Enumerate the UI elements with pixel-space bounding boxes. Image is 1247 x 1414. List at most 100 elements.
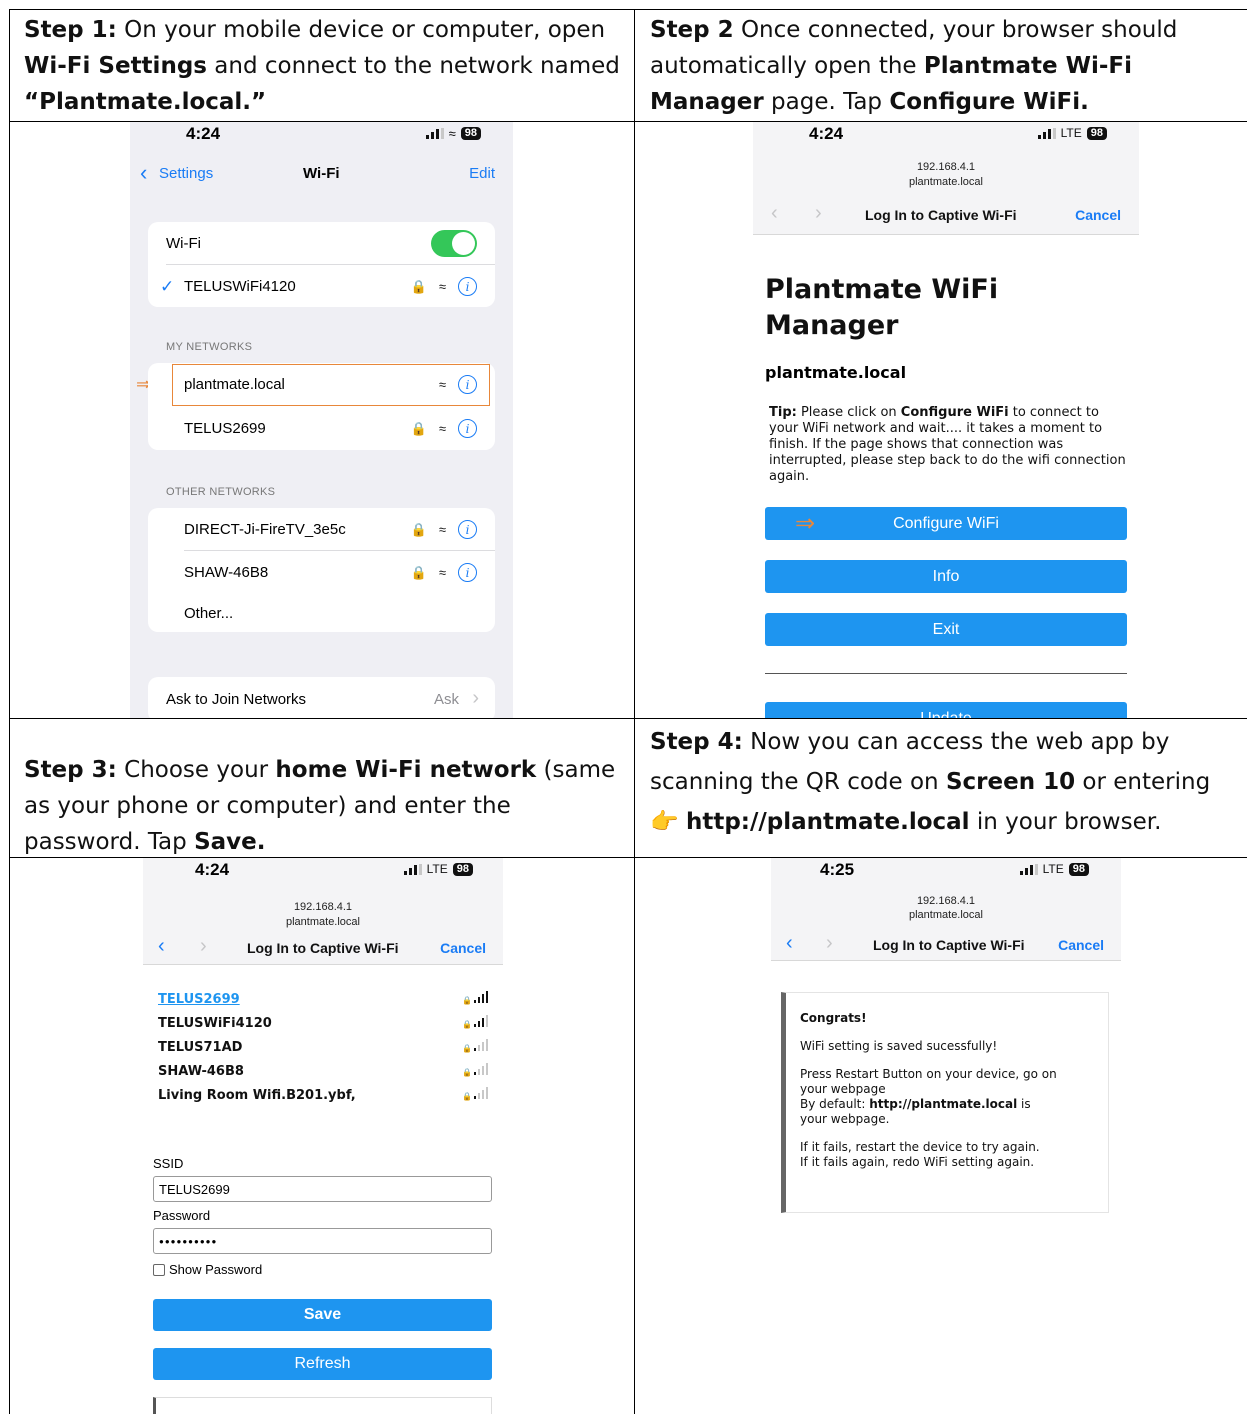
edit-button[interactable]: Edit: [469, 165, 495, 182]
network-list-item[interactable]: SHAW-46B8 🔒: [158, 1063, 488, 1079]
other-label: Other...: [184, 605, 234, 622]
status-right: LTE 98: [1019, 862, 1089, 876]
step1-label: Step 1:: [24, 17, 117, 43]
network-list-name: TELUSWiFi4120: [158, 1016, 272, 1031]
network-list-item[interactable]: TELUSWiFi4120 🔒: [158, 1015, 488, 1031]
network-list-item[interactable]: TELUS71AD 🔒: [158, 1039, 488, 1055]
congrats-title: Congrats!: [800, 1011, 867, 1025]
network-list-item[interactable]: Living Room Wifi.B201.ybf, 🔒: [158, 1087, 488, 1103]
connected-network-name: TELUSWiFi4120: [184, 278, 296, 295]
settings-back-link[interactable]: Settings: [159, 165, 213, 182]
info-button[interactable]: Info: [765, 560, 1127, 593]
screen1-wifi-settings: 4:24 ≈ 98 ‹ Settings Wi-Fi Edit Wi-Fi ✓ …: [130, 122, 513, 718]
network-type: LTE: [426, 862, 448, 876]
save-button[interactable]: Save: [153, 1299, 492, 1331]
my-networks-label: MY NETWORKS: [166, 341, 253, 353]
lock-signal-icon: 🔒: [462, 1039, 488, 1054]
network-row-telus2699[interactable]: TELUS2699 🔒 ≈ i: [148, 407, 495, 450]
refresh-button[interactable]: Refresh: [153, 1348, 492, 1380]
configure-wifi-label: Configure WiFi: [893, 514, 999, 532]
ssid-input[interactable]: TELUS2699: [153, 1176, 492, 1202]
network-list-name: TELUS71AD: [158, 1040, 243, 1055]
network-list-name: SHAW-46B8: [158, 1064, 244, 1079]
status-right: LTE 98: [403, 862, 473, 876]
nav-forward-icon[interactable]: ›: [826, 932, 833, 955]
configure-wifi-button[interactable]: ⇒ Configure WiFi: [765, 507, 1127, 540]
nav-back-icon[interactable]: ‹: [786, 932, 793, 955]
address-host: plantmate.local: [286, 916, 360, 928]
network-list-item[interactable]: TELUS2699 🔒: [158, 991, 488, 1007]
cancel-button[interactable]: Cancel: [440, 940, 486, 956]
cancel-button[interactable]: Cancel: [1058, 937, 1104, 953]
wifi-icon: ≈: [438, 279, 446, 294]
status-time: 4:24: [809, 124, 844, 143]
my-networks-card: plantmate.local ≈ i TELUS2699 🔒 ≈ i: [148, 363, 495, 450]
connected-network-row[interactable]: ✓ TELUSWiFi4120 🔒 ≈ i: [148, 265, 495, 308]
step3-t1: Choose your: [116, 757, 276, 783]
info-icon[interactable]: i: [458, 277, 477, 296]
update-button[interactable]: Update: [765, 702, 1127, 718]
lock-icon: 🔒: [410, 521, 427, 537]
cancel-button[interactable]: Cancel: [1075, 207, 1121, 223]
saved-text: WiFi setting is saved sucessfully!: [800, 1039, 998, 1053]
back-chevron-icon[interactable]: ‹: [140, 160, 147, 186]
address-ip: 192.168.4.1: [916, 161, 976, 173]
wifi-icon: ≈: [438, 565, 446, 580]
step4-t2: or entering: [1075, 769, 1211, 795]
wifi-toggle[interactable]: [431, 230, 477, 257]
password-label: Password: [153, 1208, 211, 1223]
step4-label: Step 4:: [650, 729, 743, 755]
step4-t3: in your browser.: [969, 809, 1162, 835]
status-bar: 4:24 LTE 98: [143, 858, 503, 884]
network-name: SHAW-46B8: [184, 564, 269, 581]
exit-button[interactable]: Exit: [765, 613, 1127, 646]
default-t: By default:: [800, 1097, 870, 1111]
info-icon[interactable]: i: [458, 520, 477, 539]
default-line2: your webpage.: [800, 1112, 890, 1126]
show-password-row[interactable]: Show Password: [153, 1262, 262, 1277]
info-box: [153, 1397, 492, 1414]
step2-t2: page. Tap: [763, 89, 890, 115]
info-icon[interactable]: i: [458, 419, 477, 438]
step1-t1: On your mobile device or computer, open: [116, 17, 606, 43]
lock-signal-icon: 🔒: [462, 1015, 488, 1030]
nav-forward-icon[interactable]: ›: [815, 202, 822, 225]
wifi-toggle-label: Wi-Fi: [166, 235, 201, 252]
wifi-toggle-row: Wi-Fi: [148, 222, 495, 265]
password-input[interactable]: ●●●●●●●●●●: [153, 1228, 492, 1254]
network-row-direct[interactable]: DIRECT-Ji-FireTV_3e5c 🔒 ≈ i: [148, 508, 495, 551]
captive-title: Log In to Captive Wi-Fi: [865, 207, 1017, 223]
nav-back-icon[interactable]: ‹: [771, 202, 778, 225]
tip-label: Tip:: [769, 405, 797, 420]
ask-to-join-card[interactable]: Ask to Join Networks Ask ›: [148, 677, 495, 718]
tip-t1: Please click on: [796, 405, 901, 420]
nav-title: Wi-Fi: [303, 165, 340, 182]
pointing-hand-icon: 👉: [650, 809, 679, 835]
network-row-shaw[interactable]: SHAW-46B8 🔒 ≈ i: [148, 551, 495, 594]
network-type: LTE: [1042, 862, 1064, 876]
page-heading: Plantmate WiFi Manager: [765, 272, 998, 344]
default-t2: is: [1017, 1097, 1031, 1111]
page-subheading: plantmate.local: [765, 363, 907, 382]
signal-icon: [1037, 127, 1056, 139]
network-list-name: Living Room Wifi.B201.ybf,: [158, 1088, 356, 1103]
chevron-right-icon: ›: [472, 687, 479, 709]
battery-icon: 98: [1068, 862, 1089, 876]
show-password-checkbox[interactable]: [153, 1263, 165, 1276]
nav-back-icon[interactable]: ‹: [158, 935, 165, 958]
table-border-top: [9, 9, 1247, 10]
ask-to-join-label: Ask to Join Networks: [166, 691, 307, 708]
nav-forward-icon[interactable]: ›: [200, 935, 207, 958]
row-icons: 🔒 ≈ i: [411, 520, 477, 539]
row-icons: 🔒 ≈ i: [411, 563, 477, 582]
captive-title: Log In to Captive Wi-Fi: [247, 940, 399, 956]
network-row-other[interactable]: Other...: [148, 592, 495, 635]
info-icon[interactable]: i: [458, 563, 477, 582]
show-password-label: Show Password: [169, 1262, 263, 1277]
step1-text: Step 1: On your mobile device or compute…: [24, 12, 624, 120]
default-line: By default: http://plantmate.local is: [800, 1097, 1094, 1112]
network-type: LTE: [1060, 126, 1082, 140]
default-url: http://plantmate.local: [869, 1097, 1018, 1111]
battery-icon: 98: [460, 127, 481, 140]
arrow-right-icon: ⇒: [795, 510, 816, 537]
